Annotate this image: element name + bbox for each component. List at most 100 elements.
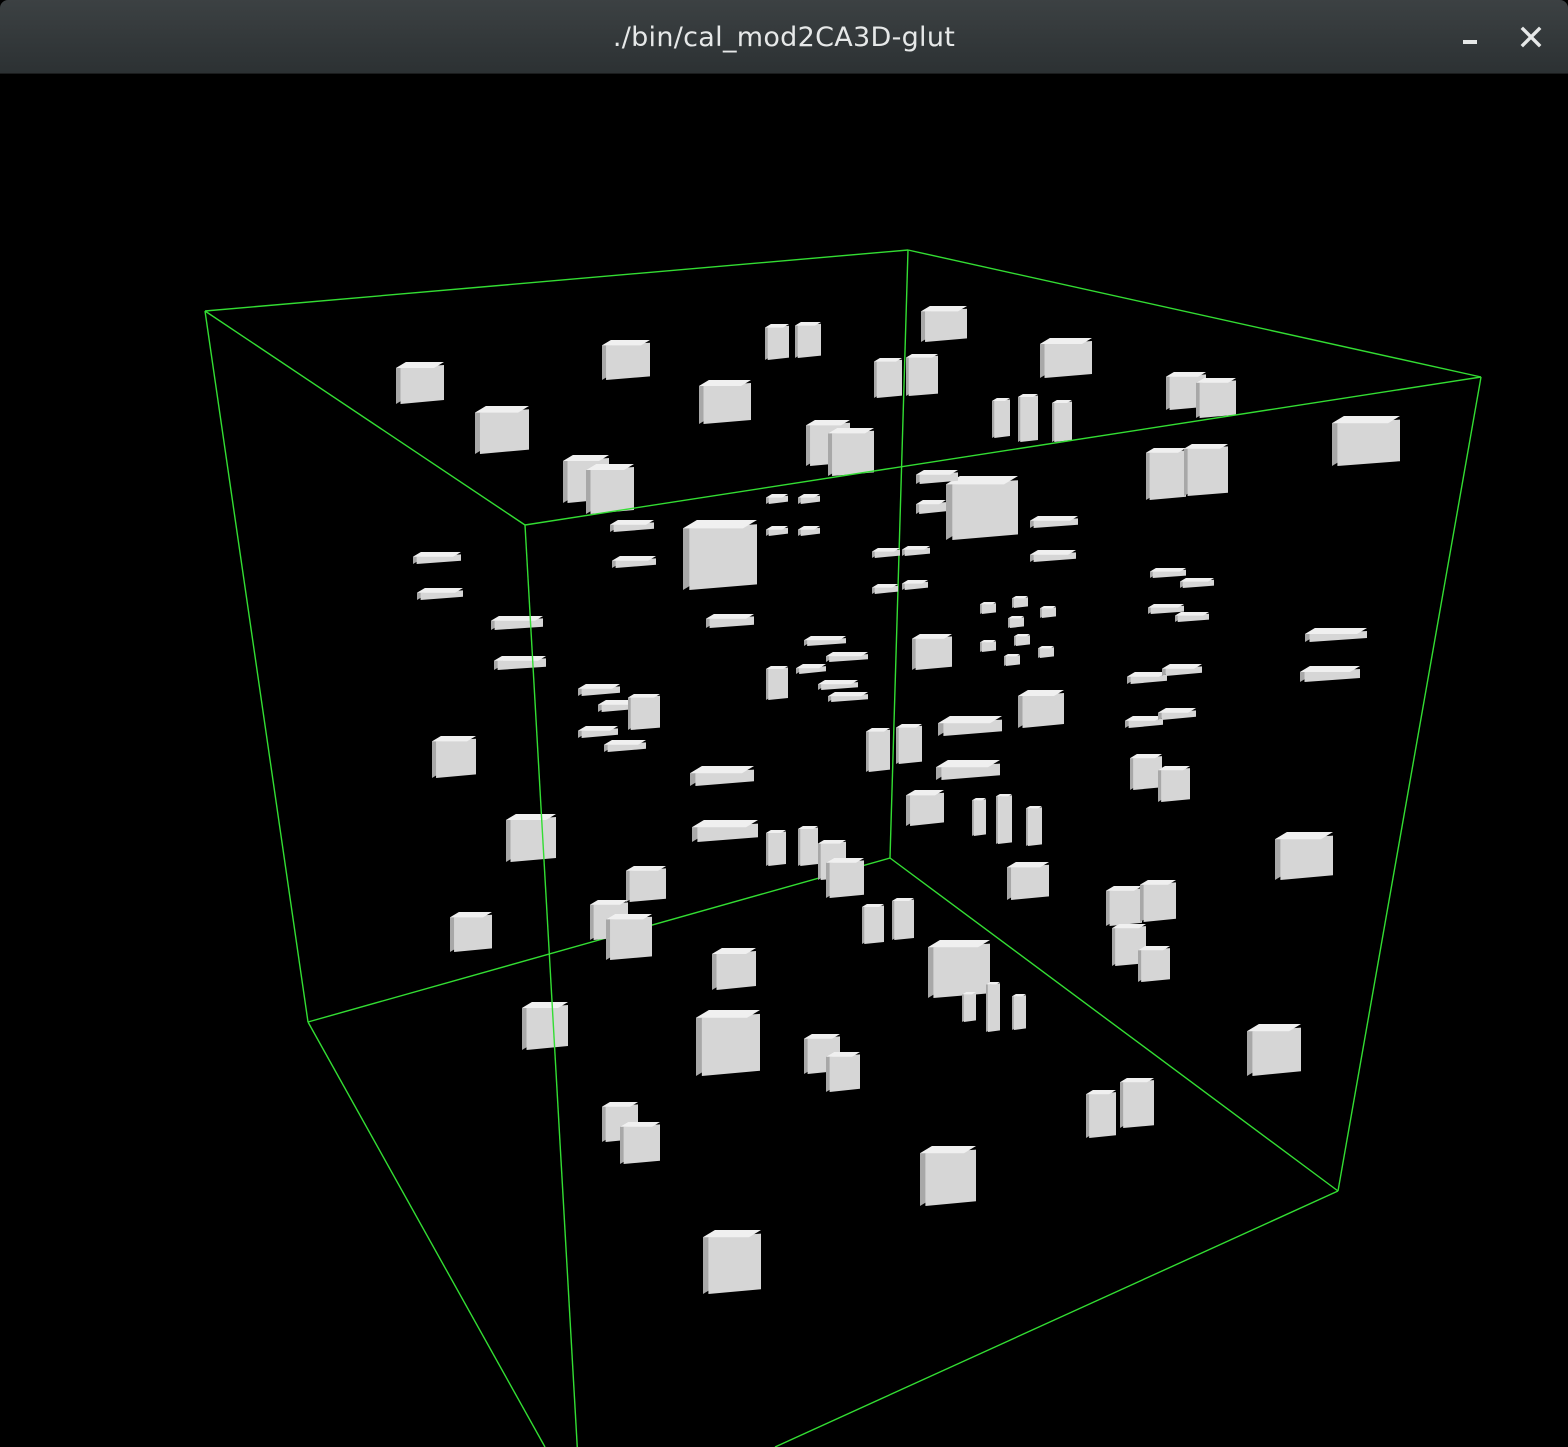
cell-33 — [612, 556, 656, 568]
cell-99 — [450, 912, 492, 952]
cell-front-face — [1143, 882, 1176, 922]
cell-front-face — [1199, 380, 1236, 418]
glut-render-viewport[interactable] — [0, 74, 1568, 1447]
cell-54 — [980, 640, 996, 652]
cell-0 — [396, 362, 444, 404]
cell-59 — [826, 652, 868, 662]
cell-108 — [1012, 994, 1026, 1030]
cell-39 — [872, 548, 900, 558]
cell-61 — [818, 680, 858, 690]
cell-79 — [1130, 754, 1162, 790]
cell-77 — [896, 724, 922, 764]
cell-front-face — [510, 817, 556, 862]
cell-87 — [506, 814, 556, 862]
cell-18 — [1146, 448, 1186, 500]
cell-front-face — [1015, 635, 1030, 646]
window-title: ./bin/cal_mod2CA3D-glut — [612, 22, 956, 53]
cell-7 — [795, 322, 821, 358]
cell-9 — [874, 358, 902, 398]
cell-64 — [578, 684, 620, 696]
cell-front-face — [708, 1233, 761, 1294]
cell-10 — [906, 354, 938, 396]
cell-72 — [1158, 708, 1196, 720]
cell-109 — [522, 1002, 568, 1050]
cell-63 — [766, 666, 788, 700]
cell-front-face — [1149, 450, 1186, 500]
cell-22 — [946, 476, 1018, 540]
cell-14 — [1052, 400, 1072, 442]
cell-front-face — [1161, 768, 1190, 802]
cell-front-face — [1020, 395, 1038, 442]
cell-89 — [766, 830, 786, 866]
cell-front-face — [436, 738, 476, 778]
cell-front-face — [629, 868, 666, 902]
cell-82 — [692, 820, 758, 842]
cell-front-face — [1089, 1092, 1116, 1138]
cell-front-face — [997, 795, 1012, 844]
cell-front-face — [479, 409, 529, 454]
cell-28 — [766, 494, 788, 504]
box-edge-bottom-front — [774, 1190, 1339, 1447]
cell-front-face — [963, 993, 976, 1022]
cell-front-face — [994, 399, 1010, 438]
cell-front-face — [454, 914, 492, 952]
cell-front-face — [981, 641, 996, 652]
cell-85 — [996, 794, 1012, 844]
cell-62 — [828, 692, 868, 702]
cell-front-face — [1109, 888, 1142, 926]
cell-115 — [1120, 1078, 1154, 1128]
cell-27 — [1030, 550, 1076, 562]
cell-68 — [604, 740, 646, 752]
minimize-button[interactable] — [1449, 16, 1491, 58]
cell-34 — [413, 552, 461, 564]
cell-top-face — [1030, 516, 1078, 521]
cell-top-face — [706, 614, 754, 619]
cell-front-face — [703, 383, 751, 424]
cell-83 — [906, 790, 944, 826]
cell-front-face — [1039, 647, 1054, 658]
cell-front-face — [876, 359, 902, 398]
cell-96 — [626, 866, 666, 902]
cell-84 — [972, 798, 986, 836]
cell-front-face — [623, 1124, 660, 1164]
cell-front-face — [832, 430, 874, 476]
cell-90 — [798, 826, 818, 866]
cell-55 — [1014, 634, 1030, 646]
cell-107 — [986, 982, 1000, 1032]
cell-70 — [1162, 664, 1202, 676]
cell-50 — [980, 602, 996, 614]
cell-8 — [921, 306, 967, 342]
cell-94 — [1106, 886, 1142, 926]
cell-119 — [703, 1230, 761, 1294]
cell-3 — [475, 406, 529, 454]
cell-front-face — [829, 860, 864, 898]
cellular-automaton-3d-scene — [204, 249, 1482, 1447]
cell-6 — [765, 324, 789, 360]
cell-71 — [1125, 716, 1163, 728]
cell-98 — [606, 914, 652, 960]
cell-35 — [417, 588, 463, 600]
cell-front-face — [1022, 693, 1064, 728]
cell-front-face — [1027, 807, 1042, 846]
cell-front-face — [1337, 419, 1400, 466]
cell-front-face — [973, 799, 986, 836]
cell-80 — [1158, 766, 1190, 802]
cell-105 — [928, 940, 990, 998]
cell-75 — [936, 760, 1000, 780]
window-titlebar[interactable]: ./bin/cal_mod2CA3D-glut — [0, 0, 1568, 74]
cell-front-face — [716, 951, 756, 990]
cell-16 — [1196, 378, 1236, 418]
cell-67 — [578, 726, 618, 738]
cell-front-face — [864, 905, 884, 944]
cell-front-face — [1280, 835, 1333, 880]
cell-front-face — [701, 1013, 760, 1076]
cell-100 — [862, 904, 884, 944]
cell-103 — [1138, 946, 1170, 982]
cell-front-face — [898, 725, 922, 764]
cell-47 — [1305, 628, 1367, 642]
cell-43 — [1150, 568, 1186, 578]
close-button[interactable] — [1510, 16, 1552, 58]
cell-front-face — [915, 636, 952, 670]
cell-front-face — [1009, 617, 1024, 628]
cell-top-face — [494, 656, 546, 661]
